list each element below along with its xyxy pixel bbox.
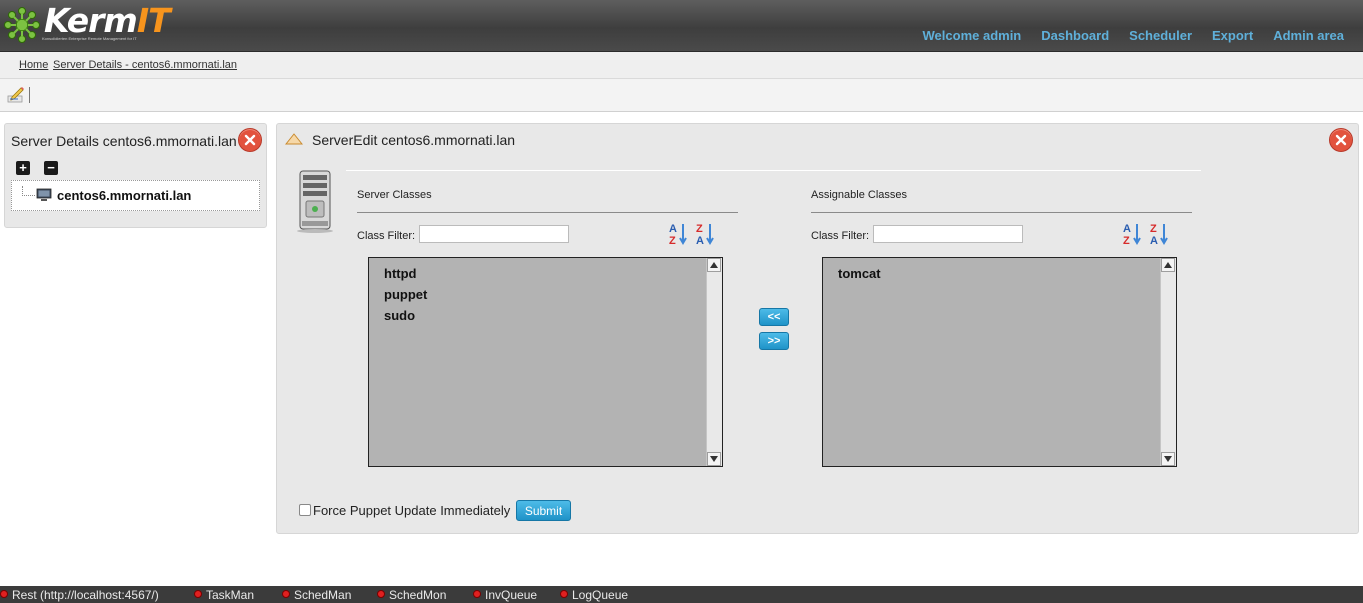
breadcrumb-home[interactable]: Home (19, 59, 48, 71)
nav-dashboard[interactable]: Dashboard (1041, 28, 1109, 43)
kermit-logo[interactable]: KermIT Konsolidierten Enterprise Remote … (4, 1, 171, 47)
status-rest[interactable]: Rest (http://localhost:4567/) (0, 588, 159, 602)
app-header: KermIT Konsolidierten Enterprise Remote … (0, 0, 1363, 52)
server-classes-filter-label: Class Filter: (357, 230, 416, 242)
status-invqueue-label: InvQueue (485, 588, 538, 602)
nav-scheduler[interactable]: Scheduler (1129, 28, 1192, 43)
force-update-checkbox[interactable] (299, 504, 311, 516)
assignable-classes-scrollbar[interactable] (1160, 258, 1176, 466)
server-details-title: Server Details centos6.mmornati.lan (11, 133, 237, 149)
tree-node-server[interactable]: centos6.mmornati.lan (57, 188, 191, 203)
svg-text:A: A (1150, 235, 1158, 246)
status-invqueue[interactable]: InvQueue (473, 588, 537, 602)
svg-text:Z: Z (1150, 223, 1157, 235)
nav-welcome[interactable]: Welcome admin (923, 28, 1022, 43)
scroll-down-button[interactable] (1161, 452, 1175, 466)
svg-text:Z: Z (669, 235, 676, 246)
server-tower-icon (297, 170, 333, 233)
assignable-classes-divider (811, 212, 1192, 213)
svg-text:Z: Z (696, 223, 703, 235)
close-left-panel-button[interactable] (238, 128, 262, 152)
status-dot-icon (0, 590, 8, 598)
status-schedmon[interactable]: SchedMon (377, 588, 446, 602)
server-classes-title: Server Classes (357, 189, 432, 201)
svg-text:A: A (669, 223, 677, 235)
server-classes-divider (357, 212, 738, 213)
status-taskman[interactable]: TaskMan (194, 588, 254, 602)
close-right-panel-button[interactable] (1329, 128, 1353, 152)
svg-text:A: A (696, 235, 704, 246)
breadcrumb: Home Server Details - centos6.mmornati.l… (0, 52, 1363, 79)
list-item[interactable]: httpd (384, 266, 416, 281)
nav-admin-area[interactable]: Admin area (1273, 28, 1344, 43)
close-icon (1335, 134, 1347, 146)
close-icon (244, 134, 256, 146)
status-logqueue-label: LogQueue (572, 588, 629, 602)
logo-subtitle: Konsolidierten Enterprise Remote Managem… (42, 36, 137, 41)
submit-button[interactable]: Submit (516, 500, 571, 521)
scroll-up-button[interactable] (1161, 258, 1175, 272)
server-classes-filter-input[interactable] (419, 225, 569, 243)
server-edit-title: ServerEdit centos6.mmornati.lan (312, 132, 516, 148)
force-update-label: Force Puppet Update Immediately (313, 503, 511, 518)
breadcrumb-server-details[interactable]: Server Details - centos6.mmornati.lan (53, 59, 237, 71)
list-item[interactable]: tomcat (838, 266, 881, 281)
svg-text:A: A (1123, 223, 1131, 235)
status-bar: Rest (http://localhost:4567/) TaskMan Sc… (0, 586, 1363, 603)
list-item[interactable]: puppet (384, 287, 427, 302)
chevron-up-icon (1164, 262, 1172, 268)
assignable-classes-list[interactable]: tomcat (822, 257, 1177, 467)
logo-text: KermIT (44, 1, 171, 40)
toolbar (0, 79, 1363, 112)
nav-export[interactable]: Export (1212, 28, 1253, 43)
tree-connector (22, 186, 35, 196)
move-left-button[interactable]: << (759, 308, 789, 326)
move-right-button[interactable]: >> (759, 332, 789, 350)
status-dot-icon (377, 590, 385, 598)
collapse-all-button[interactable]: − (44, 161, 58, 175)
scroll-up-button[interactable] (707, 258, 721, 272)
status-schedman-label: SchedMan (294, 588, 352, 602)
edit-pencil-icon[interactable] (6, 85, 26, 105)
status-taskman-label: TaskMan (206, 588, 255, 602)
assignable-classes-title: Assignable Classes (811, 189, 907, 201)
chevron-up-icon (710, 262, 718, 268)
status-logqueue[interactable]: LogQueue (560, 588, 628, 602)
server-classes-scrollbar[interactable] (706, 258, 722, 466)
assignable-classes-filter-input[interactable] (873, 225, 1023, 243)
top-divider (346, 170, 1201, 171)
expand-all-button[interactable]: + (16, 161, 30, 175)
sort-za-icon[interactable]: Z A (695, 222, 717, 246)
chevron-down-icon (1164, 456, 1172, 462)
logo-accent: IT (136, 1, 171, 40)
status-dot-icon (473, 590, 481, 598)
status-dot-icon (282, 590, 290, 598)
server-tree: centos6.mmornati.lan (11, 180, 260, 211)
collapse-triangle-icon[interactable] (285, 133, 303, 145)
top-nav: Welcome admin Dashboard Scheduler Export… (903, 28, 1344, 43)
sort-az-icon[interactable]: A Z (1122, 222, 1144, 246)
status-rest-label: Rest (http://localhost:4567/) (12, 588, 159, 602)
scroll-down-button[interactable] (707, 452, 721, 466)
assignable-classes-filter-label: Class Filter: (811, 230, 870, 242)
server-edit-panel: ServerEdit centos6.mmornati.lan Server C… (276, 123, 1359, 534)
chevron-down-icon (710, 456, 718, 462)
sort-za-icon[interactable]: Z A (1149, 222, 1171, 246)
status-schedmon-label: SchedMon (389, 588, 447, 602)
server-details-panel: Server Details centos6.mmornati.lan + − … (4, 123, 267, 228)
logo-main: Kerm (44, 1, 138, 40)
status-schedman[interactable]: SchedMan (282, 588, 351, 602)
list-item[interactable]: sudo (384, 308, 415, 323)
computer-icon (36, 188, 52, 201)
status-dot-icon (560, 590, 568, 598)
toolbar-separator (29, 87, 30, 103)
status-dot-icon (194, 590, 202, 598)
gear-logo-icon (4, 7, 40, 43)
server-classes-list[interactable]: httpd puppet sudo (368, 257, 723, 467)
svg-text:Z: Z (1123, 235, 1130, 246)
sort-az-icon[interactable]: A Z (668, 222, 690, 246)
